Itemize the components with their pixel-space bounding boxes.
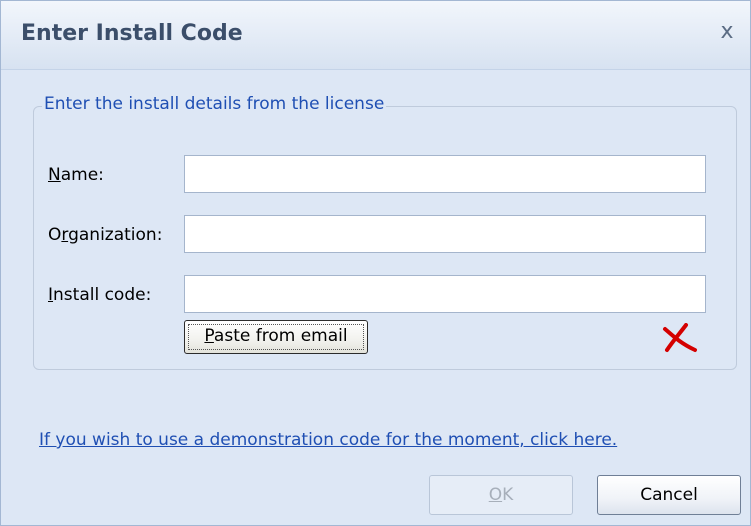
organization-input[interactable]	[184, 215, 706, 253]
paste-button-label: aste from email	[213, 326, 348, 346]
license-details-group: Enter the install details from the licen…	[33, 94, 737, 370]
ok-button[interactable]: OK	[429, 475, 573, 515]
organization-label-first: O	[48, 225, 62, 245]
name-label-access-key: N	[48, 165, 61, 185]
dialog-body: Enter the install details from the licen…	[1, 70, 750, 525]
install-code-label-text: nstall code:	[53, 285, 152, 305]
demo-code-link[interactable]: If you wish to use a demonstration code …	[39, 430, 617, 450]
install-code-input[interactable]	[184, 275, 706, 313]
ok-button-access-key: O	[488, 485, 503, 505]
close-icon[interactable]: x	[712, 17, 742, 47]
paste-button-access-key: P	[204, 326, 214, 346]
name-input[interactable]	[184, 155, 706, 193]
paste-from-email-button[interactable]: Paste from email	[184, 320, 368, 354]
red-x-icon	[663, 323, 697, 352]
name-label-text: ame:	[60, 165, 104, 185]
title-bar: Enter Install Code x	[1, 1, 750, 70]
organization-label-text: ganization:	[68, 225, 163, 245]
install-code-dialog: Enter Install Code x Enter the install d…	[0, 0, 751, 526]
ok-button-label: K	[502, 485, 514, 505]
name-label: Name:	[48, 165, 104, 185]
cancel-button[interactable]: Cancel	[597, 475, 741, 515]
organization-label: Organization:	[48, 225, 162, 245]
group-legend: Enter the install details from the licen…	[42, 94, 387, 114]
install-code-label: Install code:	[48, 285, 151, 305]
window-title: Enter Install Code	[21, 21, 243, 46]
